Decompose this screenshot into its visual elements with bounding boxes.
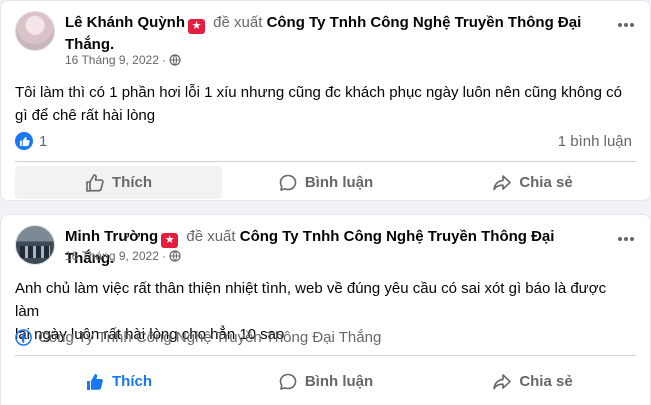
avatar[interactable] [15, 225, 55, 265]
reactions-bar: 1 1 bình luận [15, 129, 632, 153]
post-text: Tôi làm thì có 1 phần hơi lỗi 1 xíu nhưn… [15, 81, 634, 127]
more-options-icon[interactable] [616, 15, 636, 35]
share-arrow-icon [493, 174, 512, 190]
like-reaction-icon [15, 132, 33, 150]
share-button[interactable]: Chia sẻ [429, 365, 636, 398]
author-name[interactable]: Minh Trường [65, 228, 158, 245]
divider [15, 355, 636, 356]
comment-button[interactable]: Bình luận [222, 365, 429, 398]
company-link-continued[interactable]: Thắng. [65, 36, 114, 53]
reaction-summary[interactable]: 1 [15, 132, 47, 150]
globe-icon [169, 250, 181, 262]
meta-separator: · [161, 53, 166, 67]
post-text-line: Anh chủ làm việc rất thân thiện nhiệt tì… [15, 280, 607, 320]
share-label: Chia sẻ [519, 174, 573, 191]
avatar[interactable] [15, 11, 55, 51]
post-meta: 16 Tháng 9, 2022 · [65, 249, 181, 263]
like-label: Thích [112, 174, 152, 191]
post-actions: Thích Bình luận Chia sẻ [15, 365, 636, 398]
recommend-verb: đề xuất [213, 14, 263, 31]
more-options-icon[interactable] [616, 229, 636, 249]
recommend-badge-icon: ★ [161, 233, 179, 248]
recommend-verb: đề xuất [186, 228, 236, 245]
post-header: Lê Khánh Quỳnh ★ đề xuất Công Ty Tnhh Côn… [15, 11, 636, 67]
post-meta: 16 Tháng 9, 2022 · [65, 53, 181, 67]
recommend-badge-icon: ★ [188, 19, 205, 34]
recommended-page-link[interactable]: Công Ty Tnhh Công Nghệ Truyền Thông Đại … [15, 329, 381, 346]
post-text-line: Tôi làm thì có 1 phần hơi lỗi 1 xíu nhưn… [15, 84, 622, 101]
globe-icon [169, 54, 181, 66]
comment-button[interactable]: Bình luận [222, 166, 429, 199]
review-post: Minh Trường ★ đề xuất Công Ty Tnhh Công N… [0, 214, 651, 405]
share-label: Chia sẻ [519, 373, 573, 390]
thumbs-up-filled-icon [87, 373, 103, 390]
share-button[interactable]: Chia sẻ [429, 166, 636, 199]
comment-count[interactable]: 1 bình luận [558, 133, 632, 150]
comment-bubble-icon [279, 174, 297, 191]
post-date[interactable]: 16 Tháng 9, 2022 [65, 53, 159, 67]
post-title-line: Lê Khánh Quỳnh ★ đề xuất Công Ty Tnhh Côn… [65, 12, 596, 55]
divider [15, 161, 636, 162]
reaction-count: 1 [39, 132, 48, 150]
comment-bubble-icon [279, 373, 297, 390]
thumbs-up-icon [86, 173, 104, 192]
facebook-page-icon [15, 329, 32, 346]
post-actions: Thích Bình luận Chia sẻ [15, 166, 636, 199]
author-name[interactable]: Lê Khánh Quỳnh [65, 14, 185, 31]
like-button[interactable]: Thích [15, 365, 222, 398]
like-button[interactable]: Thích [15, 166, 222, 199]
review-post: Lê Khánh Quỳnh ★ đề xuất Công Ty Tnhh Côn… [0, 0, 651, 201]
like-label: Thích [112, 373, 152, 390]
comment-label: Bình luận [304, 174, 374, 191]
page-link-label: Công Ty Tnhh Công Nghệ Truyền Thông Đại … [38, 329, 382, 346]
post-header: Minh Trường ★ đề xuất Công Ty Tnhh Công N… [15, 225, 636, 269]
share-arrow-icon [493, 373, 512, 389]
post-text-line: gì để chê rất hài lòng [15, 107, 156, 124]
company-link[interactable]: Công Ty Tnhh Công Nghệ Truyền Thông Đại [267, 14, 582, 31]
meta-separator: · [161, 249, 166, 263]
post-date[interactable]: 16 Tháng 9, 2022 [65, 249, 159, 263]
comment-label: Bình luận [304, 373, 374, 390]
